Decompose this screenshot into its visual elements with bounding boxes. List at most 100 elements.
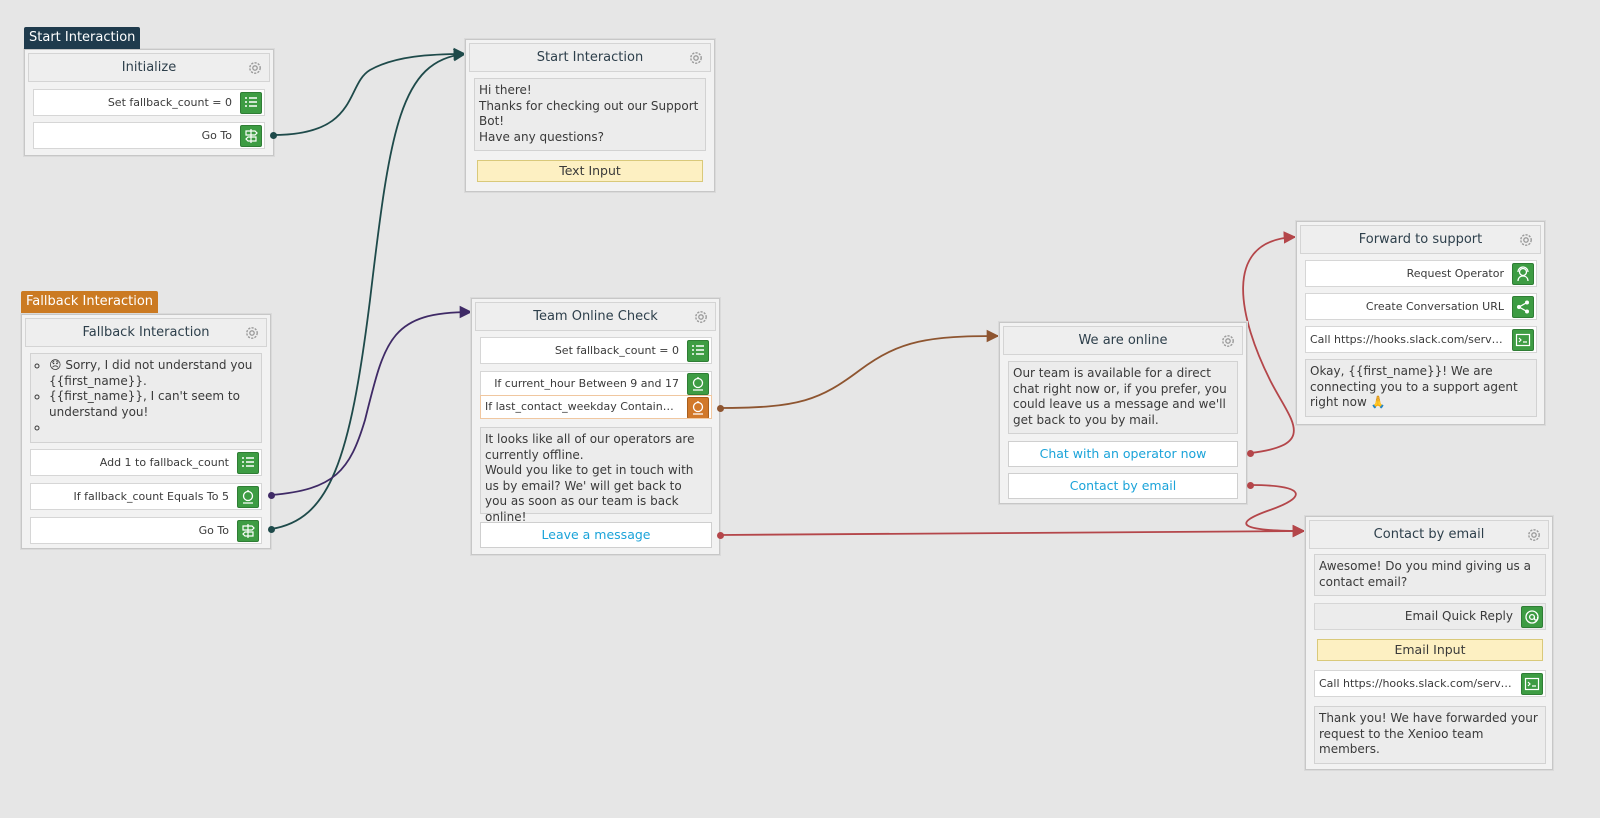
connector-dot[interactable] <box>717 532 724 539</box>
fallback-interaction-tag: Fallback Interaction <box>21 291 159 313</box>
action-row-conversation-url[interactable]: Create Conversation URL <box>1305 293 1537 320</box>
row-label: Email Quick Reply <box>1404 609 1513 623</box>
action-row-condition[interactable]: If current_hour Between 9 and 17 <box>480 371 712 396</box>
message-variant <box>49 420 257 436</box>
row-label: Go To <box>201 129 232 142</box>
node-title-text: Fallback Interaction <box>82 325 210 340</box>
action-row-request-operator[interactable]: Request Operator <box>1305 260 1537 287</box>
action-row-add-variable[interactable]: Add 1 to fallback_count <box>30 449 262 476</box>
wire-team-online-condition <box>719 329 1000 409</box>
chat-operator-button[interactable]: Chat with an operator now <box>1008 441 1238 467</box>
message-bubble[interactable]: Hi there! Thanks for checking out our Su… <box>474 78 706 151</box>
message-bubble[interactable]: 😞 Sorry, I did not understand you {{firs… <box>30 353 262 443</box>
action-row-condition[interactable]: If fallback_count Equals To 5 <box>30 483 262 510</box>
gear-icon[interactable] <box>1220 333 1236 349</box>
wire-fallback-goto <box>270 48 467 530</box>
connector-dot[interactable] <box>268 492 275 499</box>
row-label: Go To <box>198 524 229 537</box>
connector-dot[interactable] <box>1247 482 1254 489</box>
wire-initialize-goto <box>272 47 467 136</box>
connector-dot[interactable] <box>268 526 275 533</box>
node-title[interactable]: We are online <box>1003 326 1243 355</box>
node-title-text: Start Interaction <box>536 50 644 65</box>
node-initialize[interactable]: Initialize Set fallback_count = 0 Go To <box>24 49 274 156</box>
row-label: Call https://hooks.slack.com/services/..… <box>1319 677 1537 690</box>
connector-dot[interactable] <box>717 405 724 412</box>
contact-by-email-button[interactable]: Contact by email <box>1008 473 1238 499</box>
wire-chat-operator <box>1242 231 1297 454</box>
message-bubble[interactable]: It looks like all of our operators are c… <box>480 427 712 524</box>
node-team-online-check[interactable]: Team Online Check Set fallback_count = 0… <box>471 298 720 555</box>
node-title[interactable]: Forward to support <box>1300 225 1541 254</box>
row-label: Set fallback_count = 0 <box>107 96 232 109</box>
action-row-set-variable[interactable]: Set fallback_count = 0 <box>33 89 265 116</box>
webhook-icon <box>1521 673 1543 695</box>
message-line: Have any questions? <box>479 129 605 144</box>
gear-icon[interactable] <box>688 50 704 66</box>
message-line: Thanks for checking out our Support Bot! <box>479 98 699 129</box>
row-label: Set fallback_count = 0 <box>554 344 679 357</box>
row-label: Call https://hooks.slack.com/services/..… <box>1310 333 1528 346</box>
message-bubble[interactable]: Awesome! Do you mind giving us a contact… <box>1314 554 1546 596</box>
signpost-icon <box>237 520 259 542</box>
node-title-text: Forward to support <box>1358 232 1483 247</box>
node-title-text: We are online <box>1078 333 1168 348</box>
connector-dot[interactable] <box>270 132 277 139</box>
email-quick-reply-row[interactable]: Email Quick Reply <box>1314 603 1546 630</box>
wire-fallback-condition <box>270 305 473 496</box>
message-line: Would you like to get in touch with us b… <box>485 463 694 524</box>
message-line: Hi there! <box>479 83 532 97</box>
gear-icon[interactable] <box>1526 527 1542 543</box>
operator-icon <box>1512 263 1534 285</box>
node-fallback-interaction[interactable]: Fallback Interaction 😞 Sorry, I did not … <box>21 314 271 549</box>
node-contact-by-email[interactable]: Contact by email Awesome! Do you mind gi… <box>1305 516 1553 770</box>
node-title[interactable]: Team Online Check <box>475 302 716 331</box>
wire-contact-email <box>1245 484 1306 538</box>
node-start-interaction[interactable]: Start Interaction Hi there! Thanks for c… <box>465 39 715 192</box>
signpost-icon <box>240 125 262 147</box>
message-bubble[interactable]: Thank you! We have forwarded your reques… <box>1314 706 1546 764</box>
variable-list-icon <box>237 452 259 474</box>
webhook-icon <box>1512 329 1534 351</box>
variable-list-icon <box>687 340 709 362</box>
row-label: Add 1 to fallback_count <box>99 456 229 469</box>
condition-icon <box>687 373 709 395</box>
row-label: If last_contact_weekday Contains mon... <box>485 400 707 413</box>
gear-icon[interactable] <box>1518 232 1534 248</box>
message-variant: {{first_name}}, I can't seem to understa… <box>49 389 257 420</box>
node-we-are-online[interactable]: We are online Our team is available for … <box>999 322 1247 504</box>
gear-icon[interactable] <box>247 60 263 76</box>
share-icon <box>1512 296 1534 318</box>
message-bubble[interactable]: Our team is available for a direct chat … <box>1008 361 1238 434</box>
gear-icon[interactable] <box>244 325 260 341</box>
leave-message-button[interactable]: Leave a message <box>480 522 712 548</box>
action-row-condition-weekday[interactable]: If last_contact_weekday Contains mon... <box>480 395 712 419</box>
node-title[interactable]: Start Interaction <box>469 43 711 72</box>
row-label: Create Conversation URL <box>1365 300 1504 313</box>
action-row-webhook[interactable]: Call https://hooks.slack.com/services/..… <box>1305 326 1537 353</box>
gear-icon[interactable] <box>693 309 709 325</box>
row-label: If current_hour Between 9 and 17 <box>494 377 679 390</box>
start-interaction-tag: Start Interaction <box>24 27 141 49</box>
message-variant: 😞 Sorry, I did not understand you {{firs… <box>49 358 257 389</box>
node-title[interactable]: Fallback Interaction <box>25 318 267 347</box>
email-input-block[interactable]: Email Input <box>1317 639 1543 661</box>
node-title-text: Contact by email <box>1373 527 1485 542</box>
node-title[interactable]: Initialize <box>28 53 270 82</box>
condition-icon <box>687 397 709 418</box>
node-forward-to-support[interactable]: Forward to support Request Operator Crea… <box>1296 221 1545 425</box>
node-title[interactable]: Contact by email <box>1309 520 1549 549</box>
action-row-set-variable[interactable]: Set fallback_count = 0 <box>480 337 712 364</box>
action-row-webhook[interactable]: Call https://hooks.slack.com/services/..… <box>1314 670 1546 697</box>
text-input-block[interactable]: Text Input <box>477 160 703 182</box>
node-title-text: Initialize <box>121 60 177 75</box>
wire-leave-message <box>719 524 1306 538</box>
connector-dot[interactable] <box>1247 450 1254 457</box>
row-label: Request Operator <box>1406 267 1504 280</box>
condition-icon <box>237 486 259 508</box>
node-title-text: Team Online Check <box>533 309 658 324</box>
action-row-go-to[interactable]: Go To <box>33 122 265 149</box>
message-bubble[interactable]: Okay, {{first_name}}! We are connecting … <box>1305 359 1537 417</box>
message-line: It looks like all of our operators are c… <box>485 432 695 462</box>
action-row-go-to[interactable]: Go To <box>30 517 262 544</box>
